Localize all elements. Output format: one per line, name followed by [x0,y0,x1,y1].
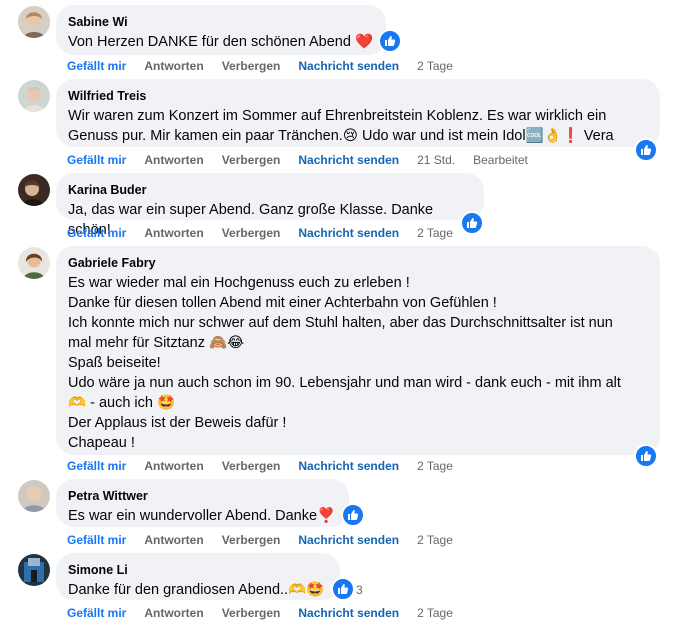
avatar[interactable] [18,6,50,38]
comment-time[interactable]: 2 Tage [417,532,453,548]
like-button[interactable]: Gefällt mir [67,152,126,168]
reply-button[interactable]: Antworten [144,532,203,548]
send-message-button[interactable]: Nachricht senden [298,605,399,621]
comment-bubble: Sabine Wi Von Herzen DANKE für den schön… [56,5,386,55]
profile-photo-icon [18,247,50,279]
like-reaction-icon[interactable] [634,138,658,162]
like-reaction-icon[interactable] [378,29,402,53]
reply-button[interactable]: Antworten [144,225,203,241]
like-reaction-icon[interactable] [341,503,365,527]
comment-actions: Gefällt mir Antworten Verbergen Nachrich… [67,225,471,241]
like-button[interactable]: Gefällt mir [67,605,126,621]
profile-photo-icon [18,6,50,38]
comment-text: Es war wieder mal ein Hochgenuss euch zu… [68,275,621,451]
like-button[interactable]: Gefällt mir [67,58,126,74]
comment-text: Von Herzen DANKE für den schönen Abend ❤… [68,34,374,50]
avatar[interactable] [18,174,50,206]
profile-photo-icon [18,480,50,512]
comment-author[interactable]: Petra Wittwer [68,488,337,504]
comment-text: Es war ein wundervoller Abend. Danke❣️ [68,508,336,524]
avatar[interactable] [18,480,50,512]
send-message-button[interactable]: Nachricht senden [298,532,399,548]
comment-time[interactable]: 2 Tage [417,225,453,241]
comment-author[interactable]: Gabriele Fabry [68,255,648,271]
like-button[interactable]: Gefällt mir [67,458,126,474]
hide-button[interactable]: Verbergen [222,58,281,74]
avatar[interactable] [18,80,50,112]
comment-author[interactable]: Simone Li [68,562,328,578]
reply-button[interactable]: Antworten [144,152,203,168]
hide-button[interactable]: Verbergen [222,458,281,474]
hide-button[interactable]: Verbergen [222,532,281,548]
comment-author[interactable]: Karina Buder [68,182,472,198]
profile-photo-icon [18,80,50,112]
comment-text: Danke für den grandiosen Abend..🫶🤩 [68,582,325,598]
hide-button[interactable]: Verbergen [222,225,281,241]
comment-time[interactable]: 2 Tage [417,58,453,74]
comment-time[interactable]: 2 Tage [417,458,453,474]
comment-bubble: Gabriele Fabry Es war wieder mal ein Hoc… [56,246,660,455]
like-button[interactable]: Gefällt mir [67,225,126,241]
comment-actions: Gefällt mir Antworten Verbergen Nachrich… [67,458,471,474]
comment-text: Wir waren zum Konzert im Sommer auf Ehre… [68,108,614,144]
send-message-button[interactable]: Nachricht senden [298,458,399,474]
comment-actions: Gefällt mir Antworten Verbergen Nachrich… [67,58,471,74]
reaction-count[interactable]: 3 [356,583,363,597]
comment-actions: Gefällt mir Antworten Verbergen Nachrich… [67,152,546,168]
comment-author[interactable]: Sabine Wi [68,14,374,30]
comment-time[interactable]: 2 Tage [417,605,453,621]
hide-button[interactable]: Verbergen [222,605,281,621]
comment-actions: Gefällt mir Antworten Verbergen Nachrich… [67,532,471,548]
reply-button[interactable]: Antworten [144,58,203,74]
profile-photo-icon [18,174,50,206]
avatar[interactable] [18,554,50,586]
reply-button[interactable]: Antworten [144,458,203,474]
send-message-button[interactable]: Nachricht senden [298,58,399,74]
send-message-button[interactable]: Nachricht senden [298,152,399,168]
comment-bubble: Petra Wittwer Es war ein wundervoller Ab… [56,479,349,527]
avatar[interactable] [18,247,50,279]
reply-button[interactable]: Antworten [144,605,203,621]
hide-button[interactable]: Verbergen [222,152,281,168]
comment-author[interactable]: Wilfried Treis [68,88,648,104]
profile-photo-icon [18,554,50,586]
comment-bubble: Karina Buder Ja, das war ein super Abend… [56,173,484,238]
comment-bubble: Simone Li Danke für den grandiosen Abend… [56,553,340,600]
comment-actions: Gefällt mir Antworten Verbergen Nachrich… [67,605,471,621]
like-reaction-icon[interactable] [331,577,355,601]
comment-bubble: Wilfried Treis Wir waren zum Konzert im … [56,79,660,147]
like-button[interactable]: Gefällt mir [67,532,126,548]
edited-label: Bearbeitet [473,153,528,167]
comment-time[interactable]: 21 Std. [417,152,455,168]
like-reaction-icon[interactable] [634,444,658,468]
send-message-button[interactable]: Nachricht senden [298,225,399,241]
